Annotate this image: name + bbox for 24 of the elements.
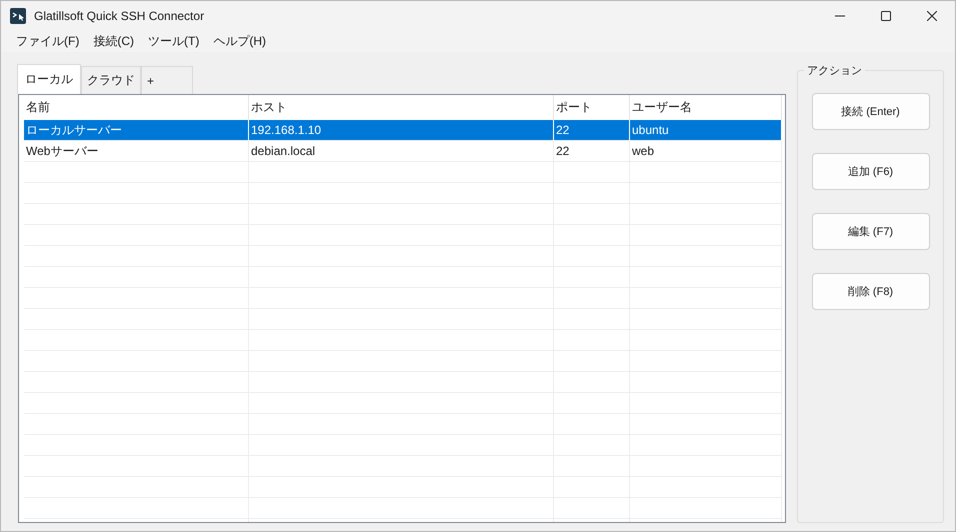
table-cell: web	[630, 141, 782, 162]
window-title: Glatillsoft Quick SSH Connector	[34, 9, 204, 23]
menu-item[interactable]: ファイル(F)	[9, 31, 86, 52]
action-button[interactable]: 接続 (Enter)	[812, 93, 930, 130]
close-icon	[927, 11, 937, 21]
table-cell: Webサーバー	[24, 141, 249, 162]
table-cell: ローカルサーバー	[24, 120, 249, 141]
action-button[interactable]: 追加 (F6)	[812, 153, 930, 190]
tab[interactable]: +	[141, 66, 193, 94]
menu-item[interactable]: ヘルプ(H)	[206, 31, 273, 52]
table-cell: 192.168.1.10	[249, 120, 554, 141]
menu-item[interactable]: ツール(T)	[141, 31, 206, 52]
panel-title: アクション	[804, 63, 865, 78]
action-button[interactable]: 編集 (F7)	[812, 213, 930, 250]
maximize-icon	[881, 11, 891, 21]
tab[interactable]: クラウド	[81, 66, 141, 94]
action-button[interactable]: 削除 (F8)	[812, 273, 930, 310]
menu-item[interactable]: 接続(C)	[86, 31, 141, 52]
app-icon	[10, 8, 26, 24]
table-cell: debian.local	[249, 141, 554, 162]
table-cell: 22	[554, 120, 630, 141]
table-cell: ubuntu	[630, 120, 782, 141]
table-cell: 22	[554, 141, 630, 162]
tab[interactable]: ローカル	[17, 64, 81, 94]
